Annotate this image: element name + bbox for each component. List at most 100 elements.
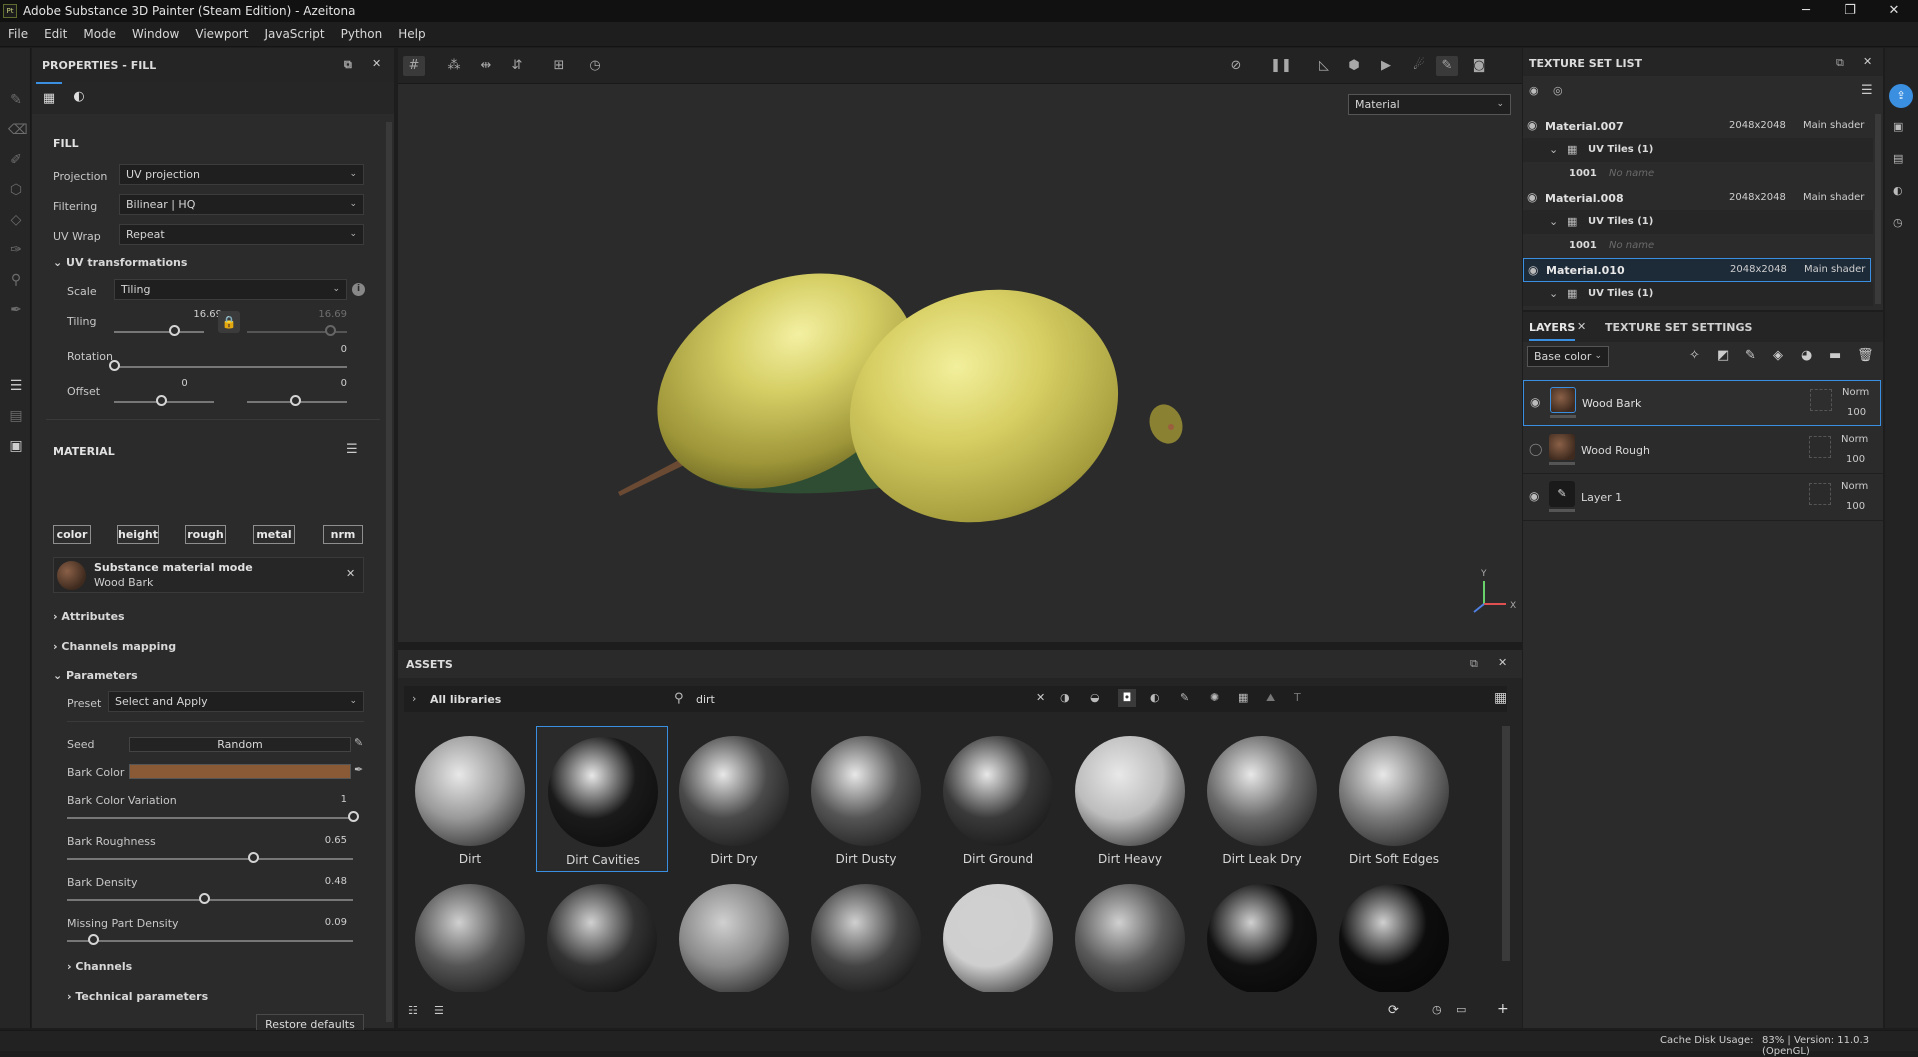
bark-roughness-slider[interactable] [247, 852, 259, 863]
asset-tile[interactable]: Dirt Leak Dry [1196, 726, 1328, 872]
share-icon[interactable]: ⇪ [1889, 84, 1913, 108]
filtering-dropdown[interactable]: Bilinear | HQ ⌄ [119, 194, 364, 215]
channel-color-button[interactable]: color [53, 525, 91, 544]
uv-wrap-dropdown[interactable]: Repeat ⌄ [119, 224, 364, 245]
layer-opacity[interactable]: 100 [1846, 501, 1865, 512]
info-icon[interactable]: i [352, 283, 365, 296]
channel-nrm-button[interactable]: nrm [323, 525, 363, 544]
history-icon[interactable]: ◷ [1432, 1003, 1442, 1016]
filter-brushes-icon[interactable]: ✎ [1180, 691, 1189, 704]
channel-metal-button[interactable]: metal [253, 525, 295, 544]
close-icon[interactable]: ✕ [1872, 0, 1916, 22]
eye-icon[interactable]: ◉ [1528, 263, 1538, 277]
add-effect-icon[interactable]: ✧ [1689, 348, 1700, 363]
texture-set-row[interactable]: ◉ Material.008 2048x2048 Main shader [1523, 186, 1873, 210]
layer-mask-slot[interactable] [1809, 436, 1831, 458]
edit-icon[interactable]: ✎ [354, 736, 363, 749]
filter-environments-icon[interactable]: ⛰ [1266, 691, 1275, 705]
menu-viewport[interactable]: Viewport [187, 27, 256, 41]
eye-hidden-icon[interactable]: ◯ [1529, 442, 1542, 456]
paint-mode-icon[interactable]: ✎ [1436, 56, 1458, 76]
projection-icon[interactable]: ✐ [8, 152, 24, 168]
asset-thumbnail[interactable] [1075, 884, 1185, 992]
texture-set-scrollbar[interactable] [1875, 114, 1881, 304]
asset-tile[interactable]: Dirt Soft Edges [1328, 726, 1460, 872]
technical-parameters-toggle[interactable]: › Technical parameters [67, 990, 208, 1003]
menu-javascript[interactable]: JavaScript [256, 27, 332, 41]
geometry-fill-icon[interactable]: ⬡ [8, 182, 24, 198]
filter-alphas-icon[interactable]: ✺ [1210, 691, 1219, 704]
refresh-icon[interactable]: ⟳ [1388, 1003, 1399, 1018]
assets-scrollbar[interactable] [1502, 726, 1510, 961]
undock-icon[interactable]: ⧉ [344, 58, 352, 72]
properties-scrollbar[interactable] [386, 122, 392, 1022]
menu-edit[interactable]: Edit [36, 27, 75, 41]
preset-dropdown[interactable]: Select and Apply ⌄ [108, 691, 364, 712]
eyedropper-icon[interactable]: ✒ [354, 763, 363, 776]
uv-tile-row[interactable]: 1001 No name [1523, 162, 1873, 186]
bark-density-slider[interactable] [199, 893, 211, 904]
asset-thumbnail[interactable] [1339, 884, 1449, 992]
channel-height-button[interactable]: height [117, 525, 159, 544]
filter-filters-icon[interactable]: ◐ [1150, 691, 1160, 704]
smudge-icon[interactable]: ◇ [8, 212, 24, 228]
camera-icon[interactable]: ▶ [1375, 56, 1397, 76]
filter-fonts-icon[interactable]: T [1294, 691, 1301, 704]
scale-dropdown[interactable]: Tiling ⌄ [114, 279, 347, 300]
eye-icon[interactable]: ◉ [1527, 190, 1537, 204]
uv-tiles-row[interactable]: ⌄ ▦ UV Tiles (1) [1523, 282, 1873, 306]
clear-search-icon[interactable]: ✕ [1036, 691, 1045, 704]
menu-mode[interactable]: Mode [75, 27, 124, 41]
fill-tab-icon[interactable]: ▦ [36, 82, 62, 114]
bark-color-variation-slider[interactable] [348, 811, 359, 822]
undock-icon[interactable]: ⧉ [1470, 657, 1478, 671]
asset-tile[interactable]: Dirt Heavy [1064, 726, 1196, 872]
view-mode-icon[interactable]: ◺ [1313, 56, 1335, 76]
asset-thumbnail[interactable] [415, 884, 525, 992]
close-panel-icon[interactable]: ✕ [372, 57, 381, 70]
close-tab-icon[interactable]: ✕ [1577, 320, 1586, 333]
olive-model[interactable]: Y X [398, 84, 1522, 642]
chevron-right-icon[interactable]: › [412, 692, 416, 705]
asset-tile[interactable]: Dirt Dusty [800, 726, 932, 872]
display-icon[interactable]: ▣ [1893, 120, 1903, 133]
display-settings-icon[interactable]: ▣ [8, 438, 24, 454]
close-panel-icon[interactable]: ✕ [1863, 55, 1872, 68]
blend-mode[interactable]: Norm [1841, 434, 1868, 445]
seed-random-button[interactable]: Random [129, 737, 351, 752]
menu-help[interactable]: Help [390, 27, 433, 41]
add-paint-layer-icon[interactable]: ✎ [1745, 348, 1756, 363]
filter-smart-materials-icon[interactable]: ◒ [1090, 691, 1100, 704]
tiling-u-slider[interactable] [169, 325, 181, 336]
asset-tile[interactable]: Dirt Cavities [536, 726, 668, 872]
lighting-icon[interactable]: ☄ [1408, 56, 1430, 76]
layer-row[interactable]: ◉ ✎ Layer 1 Norm 100 [1523, 475, 1883, 521]
lock-icon[interactable]: 🔒 [218, 311, 240, 333]
channel-rough-button[interactable]: rough [185, 525, 226, 544]
add-folder-icon[interactable]: ▬ [1829, 348, 1841, 363]
missing-part-density-slider[interactable] [87, 934, 99, 945]
layer-mask-slot[interactable] [1809, 483, 1831, 505]
minimize-icon[interactable]: ─ [1784, 0, 1828, 22]
undock-icon[interactable]: ⧉ [1836, 56, 1844, 70]
asset-thumbnail[interactable] [1207, 884, 1317, 992]
eraser-icon[interactable]: ⌫ [8, 122, 28, 138]
library-selector[interactable]: All libraries [430, 693, 501, 706]
material-menu-icon[interactable]: ☰ [346, 442, 358, 457]
assets-search-input[interactable]: dirt [696, 693, 715, 706]
add-asset-icon[interactable]: + [1497, 1001, 1509, 1017]
tab-layers[interactable]: LAYERS [1529, 321, 1576, 341]
hide-icon[interactable]: ⊘ [1225, 56, 1247, 76]
menu-window[interactable]: Window [124, 27, 187, 41]
menu-file[interactable]: File [0, 27, 36, 41]
log-icon[interactable]: ▤ [1893, 152, 1903, 165]
channel-dropdown[interactable]: Base color ⌄ [1527, 346, 1609, 367]
asset-thumbnail[interactable] [943, 884, 1053, 992]
history-icon[interactable]: ◷ [1893, 216, 1903, 229]
viewport[interactable]: # ⁂ ⇹ ⇵ ⊞ ◷ ⊘ ❚❚ ◺ ⬢ ▶ ☄ ✎ ◙ Material⌄ [398, 48, 1522, 642]
parameters-toggle[interactable]: ⌄ Parameters [53, 669, 138, 682]
add-smart-material-icon[interactable]: ◕ [1801, 348, 1812, 363]
pause-icon[interactable]: ❚❚ [1270, 56, 1292, 76]
material-tab-icon[interactable]: ◐ [66, 82, 92, 114]
layer-opacity[interactable]: 100 [1846, 454, 1865, 465]
